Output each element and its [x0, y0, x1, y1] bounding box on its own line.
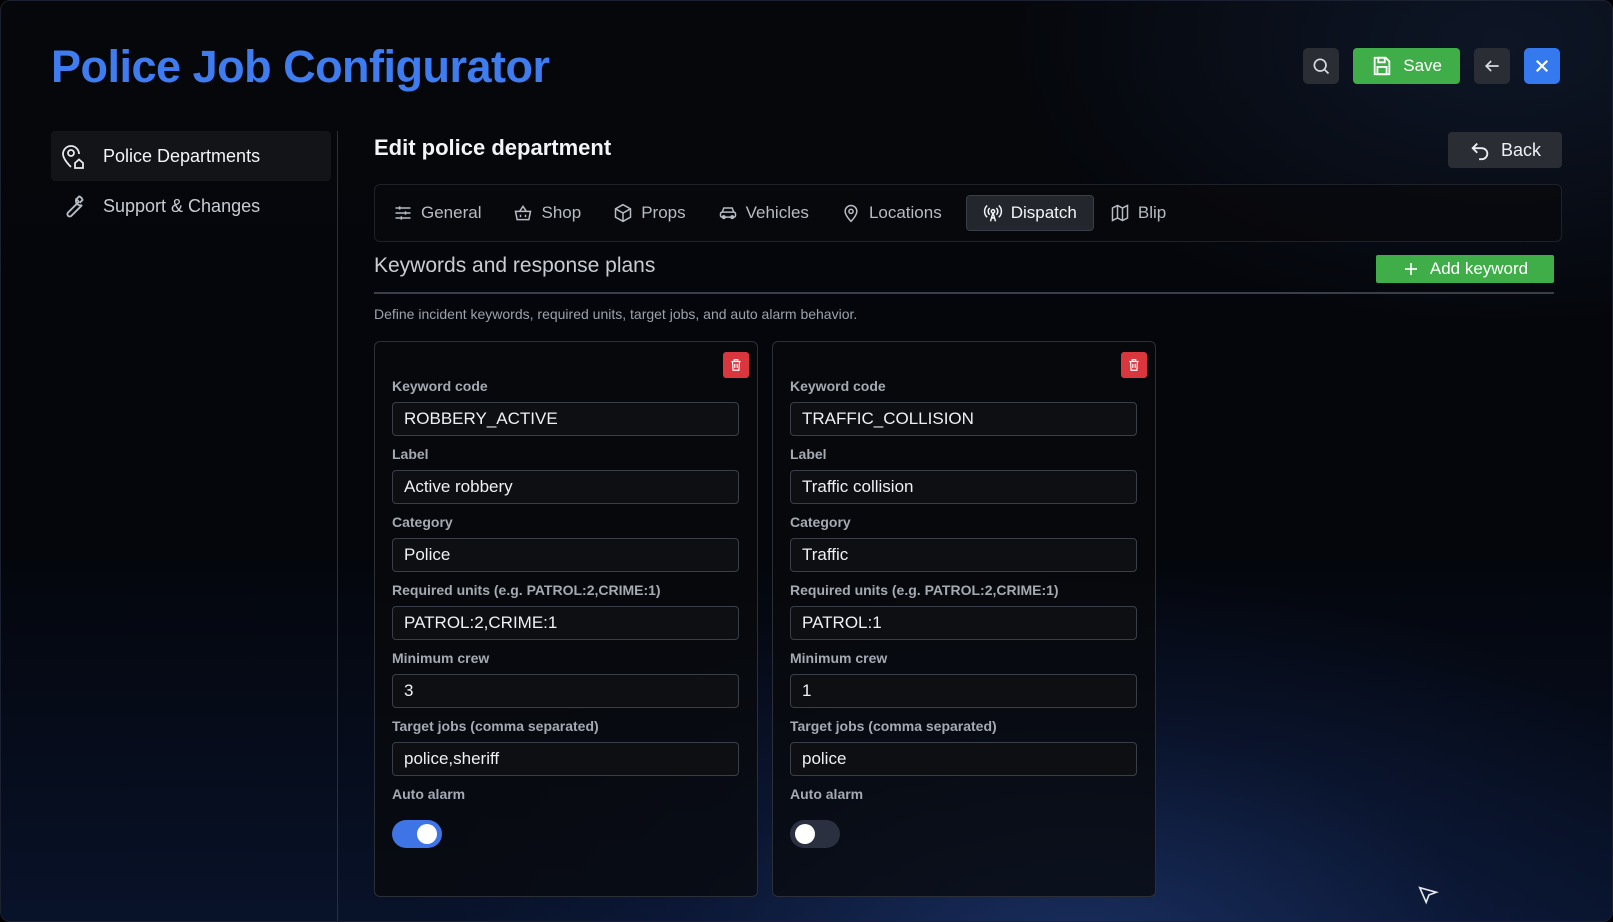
tab-label: Blip	[1137, 203, 1167, 222]
toggle-knob	[795, 824, 815, 844]
required-units-input[interactable]: PATROL:2,CRIME:1	[392, 606, 739, 640]
category-input[interactable]: Traffic	[790, 538, 1137, 572]
app-title: Police Job Configurator	[51, 41, 550, 92]
section-description: Define incident keywords, required units…	[374, 306, 858, 322]
search-button[interactable]	[1303, 48, 1340, 84]
trash-icon	[1127, 358, 1141, 372]
category-label: Category	[392, 514, 453, 530]
keyword-card: Keyword code ROBBERY_ACTIVE Label Active…	[374, 341, 758, 897]
back-label: Back	[1500, 139, 1542, 160]
target-jobs-input[interactable]: police,sheriff	[392, 742, 739, 776]
save-icon	[1371, 55, 1393, 77]
category-input[interactable]: Police	[392, 538, 739, 572]
undo-icon	[1469, 139, 1491, 161]
trash-icon	[729, 358, 743, 372]
plus-icon	[1402, 260, 1420, 278]
close-icon	[1533, 57, 1551, 75]
antenna-icon	[983, 203, 1003, 223]
keyword-code-input[interactable]: TRAFFIC_COLLISION	[790, 402, 1137, 436]
sidebar: Police Departments Support & Changes	[51, 131, 331, 231]
label-input[interactable]: Traffic collision	[790, 470, 1137, 504]
tab-vehicles[interactable]: Vehicles	[710, 195, 825, 231]
section-divider	[374, 292, 1554, 294]
delete-keyword-button[interactable]	[723, 352, 749, 378]
required-units-input[interactable]: PATROL:1	[790, 606, 1137, 640]
tab-shop[interactable]: Shop	[505, 195, 597, 231]
tab-label: Vehicles	[745, 203, 809, 222]
keyword-cards: Keyword code ROBBERY_ACTIVE Label Active…	[374, 341, 1156, 897]
tab-blip[interactable]: Blip	[1102, 195, 1182, 231]
auto-alarm-toggle[interactable]	[392, 820, 442, 848]
tab-dispatch[interactable]: Dispatch	[965, 195, 1094, 231]
top-actions: Save	[1303, 48, 1560, 84]
mouse-cursor-icon	[1417, 884, 1439, 906]
close-button[interactable]	[1524, 48, 1560, 84]
tab-general[interactable]: General	[385, 195, 497, 231]
save-button[interactable]: Save	[1353, 48, 1460, 84]
search-icon	[1311, 56, 1331, 76]
app-window: Police Job Configurator Save Police Depa…	[0, 0, 1613, 922]
category-label: Category	[790, 514, 851, 530]
tab-label: Props	[641, 203, 686, 222]
sidebar-item-label: Support & Changes	[103, 195, 261, 216]
sliders-icon	[393, 203, 413, 223]
required-units-label: Required units (e.g. PATROL:2,CRIME:1)	[790, 582, 1059, 598]
back-button[interactable]: Back	[1448, 132, 1562, 168]
target-jobs-input[interactable]: police	[790, 742, 1137, 776]
minimum-crew-label: Minimum crew	[790, 650, 888, 666]
keyword-card: Keyword code TRAFFIC_COLLISION Label Tra…	[772, 341, 1156, 897]
basket-icon	[513, 203, 533, 223]
back-arrow-button[interactable]	[1474, 48, 1510, 84]
minimum-crew-input[interactable]: 3	[392, 674, 739, 708]
label-label: Label	[392, 446, 429, 462]
sidebar-item-support-changes[interactable]: Support & Changes	[51, 181, 331, 231]
page-title: Edit police department	[374, 135, 612, 160]
map-icon	[1110, 203, 1130, 223]
tab-label: Dispatch	[1010, 203, 1077, 222]
tab-bar: General Shop Props Vehicles Locations Di…	[374, 184, 1562, 242]
map-pin-home-icon	[59, 142, 87, 170]
label-input[interactable]: Active robbery	[392, 470, 739, 504]
tab-label: Shop	[541, 203, 582, 222]
keyword-code-label: Keyword code	[790, 378, 886, 394]
box-icon	[613, 203, 633, 223]
add-keyword-button[interactable]: Add keyword	[1376, 255, 1554, 283]
auto-alarm-label: Auto alarm	[392, 786, 466, 802]
minimum-crew-input[interactable]: 1	[790, 674, 1137, 708]
section-title: Keywords and response plans	[374, 254, 656, 277]
sidebar-divider	[337, 131, 338, 921]
toggle-knob	[417, 824, 437, 844]
add-keyword-label: Add keyword	[1429, 259, 1529, 278]
sidebar-item-label: Police Departments	[103, 145, 261, 166]
auto-alarm-toggle[interactable]	[790, 820, 840, 848]
tab-label: General	[421, 203, 482, 222]
required-units-label: Required units (e.g. PATROL:2,CRIME:1)	[392, 582, 661, 598]
tab-locations[interactable]: Locations	[833, 195, 958, 231]
label-label: Label	[790, 446, 827, 462]
map-pin-icon	[841, 203, 861, 223]
target-jobs-label: Target jobs (comma separated)	[392, 718, 599, 734]
save-label: Save	[1403, 56, 1442, 75]
target-jobs-label: Target jobs (comma separated)	[790, 718, 997, 734]
tab-label: Locations	[868, 203, 942, 222]
delete-keyword-button[interactable]	[1121, 352, 1147, 378]
tab-props[interactable]: Props	[605, 195, 701, 231]
keyword-code-label: Keyword code	[392, 378, 488, 394]
keyword-code-input[interactable]: ROBBERY_ACTIVE	[392, 402, 739, 436]
auto-alarm-label: Auto alarm	[790, 786, 864, 802]
minimum-crew-label: Minimum crew	[392, 650, 490, 666]
sidebar-item-police-departments[interactable]: Police Departments	[51, 131, 331, 181]
wrench-icon	[59, 192, 87, 220]
arrow-left-icon	[1482, 56, 1502, 76]
car-icon	[718, 203, 738, 223]
